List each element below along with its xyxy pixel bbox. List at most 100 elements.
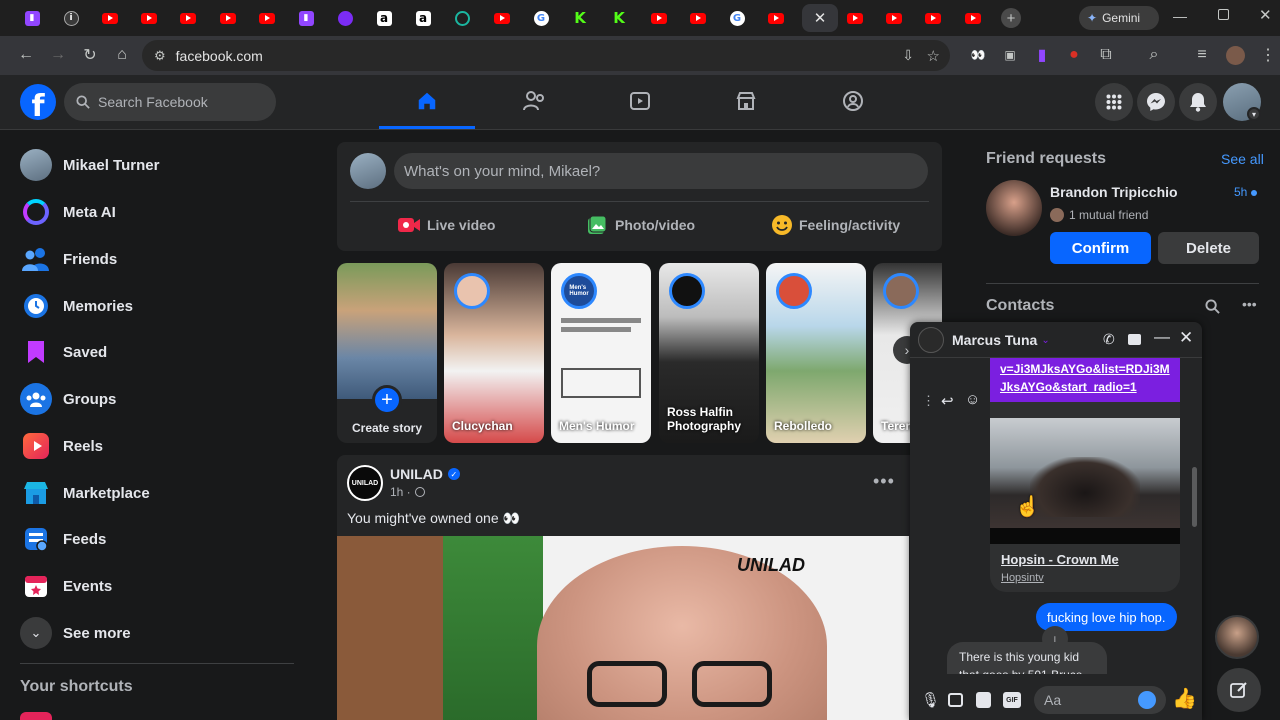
tab-info[interactable]: i (53, 4, 89, 32)
nav-video-tab[interactable] (592, 75, 688, 127)
page-name[interactable]: UNILAD (390, 466, 443, 482)
sidebar-item-memories[interactable]: Memories (20, 286, 290, 326)
story-card[interactable]: Men's Humor Men's Humor (551, 263, 651, 443)
video-title[interactable]: Hopsin - Crown Me (1001, 552, 1119, 567)
tab-facebook-active[interactable]: ✕ (802, 4, 838, 32)
site-info-icon[interactable]: ⚙ (154, 48, 166, 64)
media-controls-icon[interactable]: ≡ (1188, 41, 1216, 69)
browser-profile-avatar[interactable] (1226, 46, 1245, 65)
extension-twitch-icon[interactable]: ▮ (1028, 41, 1056, 69)
tab-extension[interactable] (327, 4, 363, 32)
tab-youtube[interactable] (915, 4, 951, 32)
message-more-icon[interactable]: ⋮ (922, 393, 935, 409)
extension-red-icon[interactable]: ● (1060, 41, 1088, 69)
avatar[interactable] (350, 153, 386, 189)
sidebar-item-reels[interactable]: Reels (20, 426, 290, 466)
tab-kick[interactable]: K (562, 4, 598, 32)
gif-icon[interactable]: GIF (1003, 692, 1021, 708)
notifications-button[interactable] (1179, 83, 1217, 121)
tab-twitch[interactable]: ▮ (288, 4, 324, 32)
tab-youtube[interactable] (955, 4, 991, 32)
friend-request-name[interactable]: Brandon Tripicchio (1050, 184, 1178, 200)
microphone-icon[interactable]: 🎙 (921, 691, 940, 709)
back-icon[interactable]: ← (12, 41, 40, 69)
link-text[interactable]: v=Ji3MJksAYGo&list=RDJi3MJksAYGo&start_r… (1000, 362, 1170, 394)
extension-robot-icon[interactable]: ▣ (996, 41, 1024, 69)
story-card[interactable]: Clucychan (444, 263, 544, 443)
facebook-logo[interactable]: f (20, 84, 56, 120)
chat-title[interactable]: Marcus Tuna ⌄ (952, 332, 1050, 348)
feeling-activity-button[interactable]: Feeling/activity (771, 212, 900, 238)
chat-head-avatar[interactable] (1215, 615, 1259, 659)
shortcut-thumbnail[interactable] (20, 712, 52, 720)
create-story-card[interactable]: + Create story (337, 263, 437, 443)
nav-home-tab[interactable] (379, 75, 475, 127)
reload-icon[interactable]: ↻ (76, 41, 104, 69)
install-app-icon[interactable]: ⇩ (902, 47, 914, 64)
link-message[interactable]: v=Ji3MJksAYGo&list=RDJi3MJksAYGo&start_r… (990, 358, 1180, 402)
tab-youtube[interactable] (641, 4, 677, 32)
delete-button[interactable]: Delete (1158, 232, 1259, 264)
nav-marketplace-tab[interactable] (698, 75, 794, 127)
post-image[interactable]: UNILAD (337, 536, 909, 720)
messenger-button[interactable] (1137, 83, 1175, 121)
sidebar-item-feeds[interactable]: Feeds (20, 519, 290, 559)
close-tab-icon[interactable]: ✕ (814, 9, 827, 27)
address-bar[interactable]: ⚙ facebook.com ⇩ ☆ (142, 40, 950, 71)
chat-scrollbar[interactable] (1192, 467, 1197, 527)
nav-groups-tab[interactable] (805, 75, 901, 127)
photo-video-button[interactable]: Photo/video (587, 212, 695, 238)
composer-input[interactable]: What's on your mind, Mikael? (394, 153, 928, 189)
close-chat-icon[interactable]: ✕ (1179, 328, 1193, 348)
home-icon[interactable]: ⌂ (108, 41, 136, 69)
tab-youtube[interactable] (837, 4, 873, 32)
tab-youtube[interactable] (210, 4, 246, 32)
tab-site[interactable] (444, 4, 480, 32)
video-channel[interactable]: Hopsintv (1001, 572, 1044, 584)
story-card[interactable]: Ross Halfin Photography (659, 263, 759, 443)
minimize-window-icon[interactable]: — (1173, 8, 1187, 24)
new-tab-button[interactable]: + (993, 4, 1029, 32)
page-avatar[interactable]: UNILAD (347, 465, 383, 501)
react-emoji-icon[interactable]: ☺ (965, 391, 980, 408)
tab-youtube[interactable] (876, 4, 912, 32)
close-window-icon[interactable]: ✕ (1259, 6, 1272, 24)
post-options-icon[interactable]: ••• (873, 471, 895, 492)
forward-icon[interactable]: → (44, 41, 72, 69)
tab-search-icon[interactable]: ⌕ (1140, 41, 1168, 69)
new-message-button[interactable] (1217, 668, 1261, 712)
bookmark-star-icon[interactable]: ☆ (927, 47, 940, 65)
story-card[interactable]: Rebolledo (766, 263, 866, 443)
gemini-button[interactable]: ✦ Gemini (1079, 6, 1159, 30)
menu-button[interactable] (1095, 83, 1133, 121)
chat-avatar[interactable] (918, 327, 944, 353)
phone-call-icon[interactable]: ✆ (1103, 331, 1115, 348)
extension-eyes-icon[interactable]: 👀 (964, 41, 992, 69)
contacts-search-icon[interactable] (1205, 299, 1220, 314)
tab-kick[interactable]: K (601, 4, 637, 32)
live-video-button[interactable]: Live video (397, 212, 495, 238)
tab-google[interactable]: G (523, 4, 559, 32)
tab-youtube[interactable] (131, 4, 167, 32)
tab-youtube[interactable] (484, 4, 520, 32)
sidebar-item-profile[interactable]: Mikael Turner (20, 145, 290, 185)
sidebar-item-events[interactable]: Events (20, 566, 290, 606)
extensions-puzzle-icon[interactable]: ⧉ (1092, 41, 1120, 69)
tab-youtube[interactable] (758, 4, 794, 32)
sticker-icon[interactable] (976, 692, 991, 708)
account-chevron-icon[interactable]: ▾ (1247, 107, 1261, 121)
confirm-button[interactable]: Confirm (1050, 232, 1151, 264)
tab-youtube[interactable] (92, 4, 128, 32)
attach-photo-icon[interactable] (948, 693, 963, 707)
tab-amazon[interactable]: a (405, 4, 441, 32)
sidebar-item-marketplace[interactable]: Marketplace (20, 473, 290, 513)
browser-menu-icon[interactable]: ⋮ (1254, 41, 1280, 69)
sidebar-see-more[interactable]: ⌄ See more (20, 613, 290, 653)
sidebar-item-friends[interactable]: Friends (20, 239, 290, 279)
maximize-window-icon[interactable] (1218, 9, 1229, 20)
tab-youtube[interactable] (249, 4, 285, 32)
video-call-icon[interactable] (1128, 334, 1141, 345)
sidebar-item-meta-ai[interactable]: Meta AI (20, 192, 290, 232)
friend-request-avatar[interactable] (986, 180, 1042, 236)
emoji-icon[interactable] (1138, 691, 1156, 709)
